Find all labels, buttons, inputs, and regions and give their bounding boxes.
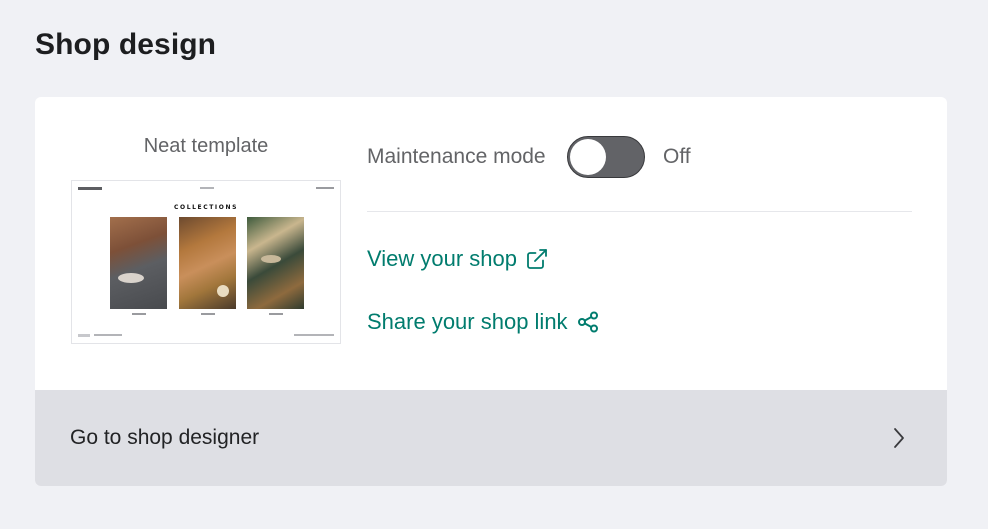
maintenance-mode-label: Maintenance mode — [367, 145, 546, 168]
preview-collection-image — [179, 217, 236, 309]
preview-header — [78, 187, 334, 193]
preview-cart — [316, 187, 334, 189]
view-shop-label: View your shop — [367, 246, 518, 271]
preview-nav — [200, 187, 214, 189]
chevron-right-icon — [894, 428, 904, 448]
page-title: Shop design — [35, 28, 217, 61]
share-shop-label: Share your shop link — [367, 309, 568, 334]
preview-collection-image — [247, 217, 304, 309]
external-link-icon — [527, 249, 547, 269]
go-to-shop-designer-button[interactable]: Go to shop designer — [35, 390, 947, 486]
template-name: Neat template — [143, 135, 269, 157]
preview-logo — [78, 187, 102, 190]
preview-collection-image — [110, 217, 167, 309]
share-icon — [577, 311, 598, 333]
toggle-knob — [570, 139, 606, 175]
view-shop-link[interactable]: View your shop — [367, 246, 549, 272]
divider — [367, 211, 912, 212]
preview-caption — [247, 313, 304, 315]
preview-caption — [179, 313, 236, 315]
maintenance-mode-toggle[interactable] — [567, 136, 645, 178]
preview-heading: COLLECTIONS — [173, 204, 239, 211]
share-shop-link[interactable]: Share your shop link — [367, 309, 600, 335]
preview-caption — [110, 313, 167, 315]
preview-footer — [78, 334, 334, 338]
go-to-shop-designer-label: Go to shop designer — [70, 426, 260, 449]
template-preview-thumbnail[interactable]: COLLECTIONS — [71, 180, 341, 344]
shop-design-card: Neat template COLLECTIONS Maintenance mo… — [35, 97, 947, 486]
maintenance-mode-state: Off — [663, 145, 691, 168]
